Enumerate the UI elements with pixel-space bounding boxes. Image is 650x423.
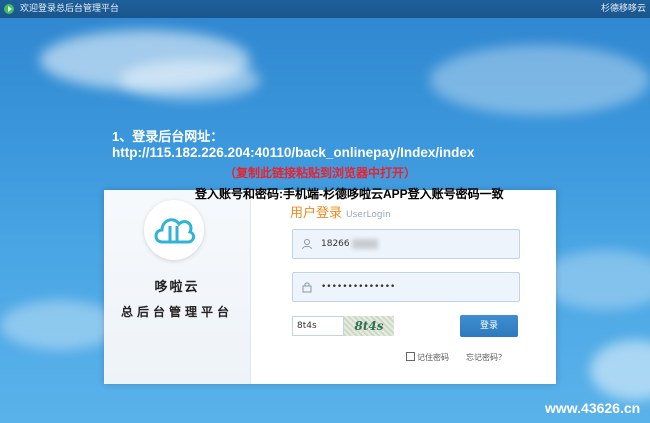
captcha-image[interactable]: 8t4s	[344, 316, 394, 336]
cloud	[430, 45, 650, 115]
copy-note: （复制此链接粘贴到浏览器中打开）	[224, 166, 417, 180]
forgot-password-link[interactable]: 忘记密码？	[466, 352, 506, 363]
account-note: 登入账号和密码:手机端-杉德哆啦云APP登入账号密码一致	[195, 187, 504, 201]
user-icon	[302, 239, 312, 250]
cloud	[540, 250, 650, 310]
username-input[interactable]: 18266	[292, 229, 520, 259]
cloud	[120, 60, 260, 100]
cloud	[0, 300, 120, 350]
cloud-logo-icon	[144, 200, 204, 260]
cloud	[590, 340, 650, 400]
login-button[interactable]: 登录	[460, 315, 518, 337]
watermark: www.43626.cn	[545, 400, 641, 416]
captcha-input[interactable]: 8t4s	[292, 316, 344, 336]
window-titlebar: 欢迎登录总后台管理平台 杉德移哆云	[0, 0, 650, 18]
login-panel: 哆啦云 总后台管理平台 用户登录 UserLogin 18266 ••••••••…	[104, 190, 556, 384]
password-input[interactable]: ••••••••••••••	[292, 272, 520, 302]
lock-icon	[302, 282, 312, 293]
username-value: 18266	[321, 230, 378, 258]
login-title-en: UserLogin	[346, 210, 391, 220]
app-icon	[4, 4, 14, 14]
titlebar-right-text: 杉德移哆云	[600, 4, 646, 14]
brand-subtitle: 总后台管理平台	[120, 305, 233, 319]
brand-pane: 哆啦云 总后台管理平台	[104, 190, 251, 384]
login-url[interactable]: http://115.182.226.204:40110/back_online…	[112, 145, 474, 160]
login-title: 用户登录	[290, 206, 343, 221]
remember-password[interactable]: 记住密码	[406, 352, 449, 363]
step-title: 1、登录后台网址：	[112, 129, 224, 144]
window-title: 欢迎登录总后台管理平台	[20, 4, 120, 14]
remember-label: 记住密码	[417, 353, 449, 362]
brand-name: 哆啦云	[154, 280, 200, 295]
login-form-title: 用户登录 UserLogin	[290, 202, 391, 221]
password-value: ••••••••••••••	[321, 282, 396, 292]
remember-checkbox[interactable]	[406, 352, 415, 361]
